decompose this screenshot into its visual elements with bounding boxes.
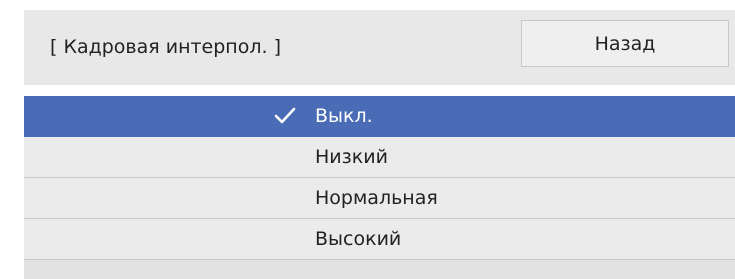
option-label: Выкл. bbox=[315, 105, 373, 127]
page-title: [ Кадровая интерпол. ] bbox=[50, 36, 281, 58]
checkmark-icon bbox=[274, 107, 296, 124]
panel-footer bbox=[24, 260, 735, 279]
option-label: Низкий bbox=[315, 146, 388, 168]
option-label: Нормальная bbox=[315, 187, 438, 209]
option-low[interactable]: Низкий bbox=[24, 137, 735, 178]
option-high[interactable]: Высокий bbox=[24, 219, 735, 260]
back-button[interactable]: Назад bbox=[521, 20, 729, 67]
option-label: Высокий bbox=[315, 228, 402, 250]
option-off[interactable]: Выкл. bbox=[24, 96, 735, 137]
option-list: Выкл. Низкий Нормальная Высокий bbox=[24, 96, 735, 260]
settings-panel: [ Кадровая интерпол. ] Назад Выкл. Низки… bbox=[24, 10, 735, 279]
panel-header: [ Кадровая интерпол. ] Назад bbox=[24, 10, 735, 85]
header-divider bbox=[24, 85, 735, 96]
option-normal[interactable]: Нормальная bbox=[24, 178, 735, 219]
